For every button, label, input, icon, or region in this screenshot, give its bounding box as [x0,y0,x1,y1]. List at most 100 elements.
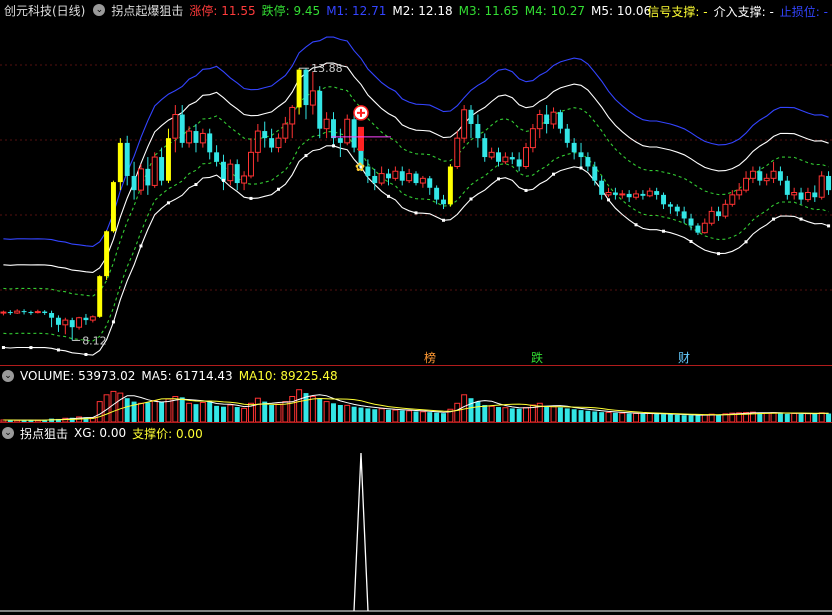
candle [441,194,446,210]
chevron-down-icon[interactable]: ⌄ [93,4,106,16]
candle [818,171,825,200]
candle-body [69,320,75,328]
candle [688,213,694,231]
candle-body [798,192,804,200]
volume-bar [667,414,673,422]
support-dot [29,346,33,350]
volume-title: VOLUME: 53973.02 [20,369,136,383]
indicator-value-2: M1: 12.71 [326,3,387,18]
volume-bar [791,413,798,422]
candle [564,123,570,148]
candle-body [254,130,261,153]
volume-bar [544,405,550,422]
volume-bar [550,406,557,422]
support-dot [524,188,528,192]
volume-bar [777,413,783,422]
candle-body [619,193,626,196]
candle [214,145,220,167]
support-dot [689,239,693,243]
candle-body [117,142,123,183]
candle-body [550,111,557,125]
event-marker-1[interactable]: 跌 [530,351,544,365]
indicator-name[interactable]: 拐点起爆狙击 [111,2,183,19]
event-marker-2[interactable]: 财 [677,351,691,365]
volume-bar [757,412,763,422]
volume-ma5: MA5: 61714.43 [141,369,233,383]
support-dot [414,211,418,215]
volume-bar [619,412,626,422]
candle-body [454,137,461,168]
candle [550,107,557,129]
volume-bar [818,412,825,422]
candle-body [529,128,536,149]
candle-body [757,171,763,181]
support-dot [249,196,253,200]
candle-body [826,175,832,191]
volume-bar [96,401,103,422]
volume-bar [826,413,832,422]
candle-body [179,114,185,143]
support-info: 信号支撑: - 介入支撑: - 止损位: - [647,3,828,20]
chevron-down-icon[interactable]: ⌄ [2,427,14,439]
candle [626,190,632,202]
volume-bar [193,404,199,422]
band-m3 [3,86,829,297]
candle-body [434,187,440,200]
candle-body [763,177,770,182]
candle [826,171,832,195]
candle-body [413,173,419,184]
candle [701,218,708,234]
support-dot [111,320,115,324]
candle [757,166,763,186]
volume-bar [207,401,213,422]
candle-body [427,178,433,188]
volume-bar [640,413,646,422]
signal-chart[interactable] [0,443,832,613]
volume-bar [716,414,722,422]
candle [42,310,48,315]
volume-bar [557,407,563,422]
candle [461,105,468,143]
candle [0,310,7,316]
candle-body [309,90,316,106]
price-chart[interactable]: 13.88 8.12 ✿ [0,20,832,365]
volume-bar [241,407,248,422]
candle-body [406,173,413,182]
candle [640,190,646,200]
candle-body [585,157,591,167]
volume-bar [592,411,598,422]
candle [247,138,254,179]
candle-body [743,177,750,191]
volume-bar [262,401,268,422]
candle-body [736,189,743,196]
volume-bar [585,410,591,422]
support-dot [607,198,611,202]
chevron-down-icon[interactable]: ⌄ [2,370,14,382]
candle-body [62,319,69,326]
candle [83,313,89,325]
candle [392,166,399,181]
candle [199,128,206,148]
candle [419,175,426,188]
candle [475,114,481,148]
stock-name: 创元科技(日线) [4,3,86,18]
candle [131,161,137,200]
event-marker-0[interactable]: 榜 [423,351,437,365]
candle [667,201,673,214]
candle [344,114,351,146]
candle [159,147,165,186]
volume-bar [605,411,612,422]
volume-chart[interactable] [0,386,832,422]
volume-bar [564,408,570,422]
candle [482,133,488,162]
candle-body [296,69,302,108]
support-dot [304,154,308,158]
volume-bar [214,405,220,422]
candle [241,171,248,191]
candle [509,152,515,165]
volume-bar [798,413,804,422]
candle-body [419,177,426,184]
candle-body [227,163,234,182]
candle-body [186,130,193,144]
candle-body [331,119,336,139]
